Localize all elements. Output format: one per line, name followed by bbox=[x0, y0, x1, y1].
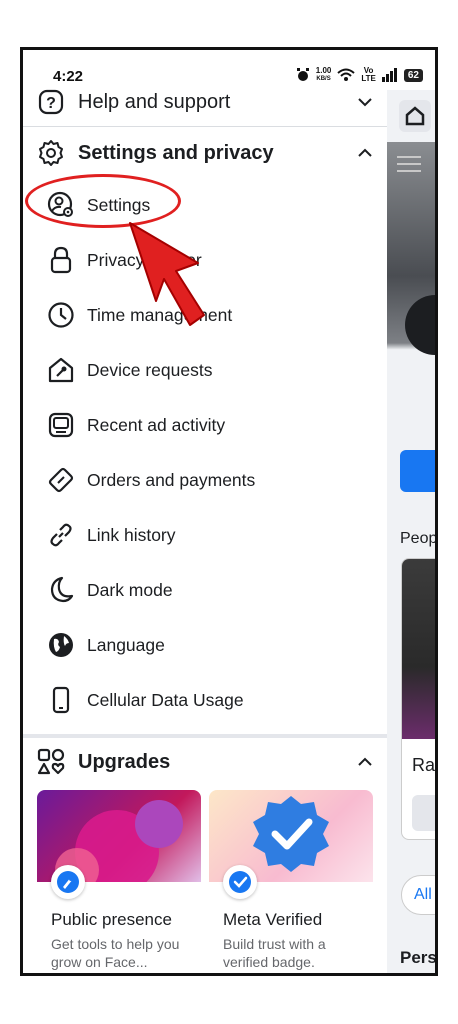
pointer-arrow-icon bbox=[129, 222, 205, 326]
menu-item-language[interactable]: Language bbox=[23, 618, 387, 673]
divider bbox=[23, 126, 387, 127]
menu-item-recent-ad-activity[interactable]: Recent ad activity bbox=[23, 398, 387, 453]
side-menu: 4:22 1.00 KB/S Vo LTE 62 ? Help and suppor… bbox=[23, 50, 423, 973]
clock-icon bbox=[48, 302, 74, 328]
background-page: Peop Ra All Pers bbox=[387, 90, 438, 973]
menu-item-device-requests[interactable]: Device requests bbox=[23, 343, 387, 398]
svg-text:?: ? bbox=[46, 95, 56, 112]
menu-item-orders-payments[interactable]: Orders and payments bbox=[23, 453, 387, 508]
upgrades-label: Upgrades bbox=[78, 750, 171, 773]
home-icon[interactable] bbox=[399, 100, 431, 132]
device-requests-label: Device requests bbox=[87, 360, 213, 380]
public-presence-title: Public presence bbox=[51, 910, 172, 929]
chevron-up-icon bbox=[358, 148, 372, 157]
dark-mode-label: Dark mode bbox=[87, 580, 173, 600]
menu-item-link-history[interactable]: Link history bbox=[23, 508, 387, 563]
shapes-icon bbox=[37, 748, 65, 775]
rocket-icon bbox=[51, 865, 85, 899]
people-card-name: Ra bbox=[412, 755, 436, 775]
menu-item-dark-mode[interactable]: Dark mode bbox=[23, 563, 387, 618]
link-icon bbox=[50, 523, 72, 547]
meta-verified-title: Meta Verified bbox=[223, 910, 323, 929]
menu-lines-icon bbox=[397, 156, 421, 172]
help-support-row[interactable]: ? Help and support bbox=[23, 78, 387, 126]
people-card-button[interactable] bbox=[412, 795, 435, 831]
cellular-data-label: Cellular Data Usage bbox=[87, 690, 244, 710]
public-presence-desc: Get tools to help you grow on Face... bbox=[51, 936, 180, 970]
help-support-label: Help and support bbox=[78, 90, 231, 113]
filter-pill-all[interactable]: All bbox=[401, 875, 435, 915]
verified-badge-icon bbox=[223, 865, 257, 899]
people-card-photo bbox=[402, 559, 435, 739]
gear-icon bbox=[39, 140, 63, 166]
settings-privacy-label: Settings and privacy bbox=[78, 141, 274, 164]
settings-privacy-row[interactable]: Settings and privacy bbox=[23, 129, 387, 177]
moon-icon bbox=[50, 576, 74, 603]
recent-ad-activity-label: Recent ad activity bbox=[87, 415, 226, 435]
phone-frame: Peop Ra All Pers 4:22 1.00 KB/S Vo LTE 62 bbox=[20, 47, 438, 976]
chevron-down-icon bbox=[358, 98, 372, 107]
primary-action-button[interactable] bbox=[400, 450, 435, 492]
chevron-up-icon bbox=[358, 757, 372, 766]
question-icon: ? bbox=[38, 89, 64, 115]
house-key-icon bbox=[48, 357, 74, 383]
monitor-icon bbox=[48, 412, 74, 438]
upgrade-card-meta-verified[interactable]: Meta Verified Build trust with a verifie… bbox=[209, 790, 373, 973]
personal-heading: Pers bbox=[400, 948, 437, 967]
upgrade-card-public-presence[interactable]: Public presence Get tools to help you gr… bbox=[37, 790, 201, 973]
upgrades-row[interactable]: Upgrades bbox=[23, 738, 387, 786]
tag-icon bbox=[48, 467, 74, 493]
globe-icon bbox=[49, 633, 73, 657]
phone-icon bbox=[52, 686, 70, 714]
lock-icon bbox=[50, 246, 72, 274]
language-label: Language bbox=[87, 635, 165, 655]
link-history-label: Link history bbox=[87, 525, 176, 545]
battery-indicator: 62 bbox=[403, 68, 423, 82]
orders-payments-label: Orders and payments bbox=[87, 470, 256, 490]
people-card[interactable]: Ra bbox=[401, 558, 436, 840]
menu-item-cellular-data[interactable]: Cellular Data Usage bbox=[23, 673, 387, 728]
meta-verified-desc: Build trust with a verified badge. bbox=[223, 936, 326, 970]
people-heading: Peop bbox=[400, 530, 438, 547]
